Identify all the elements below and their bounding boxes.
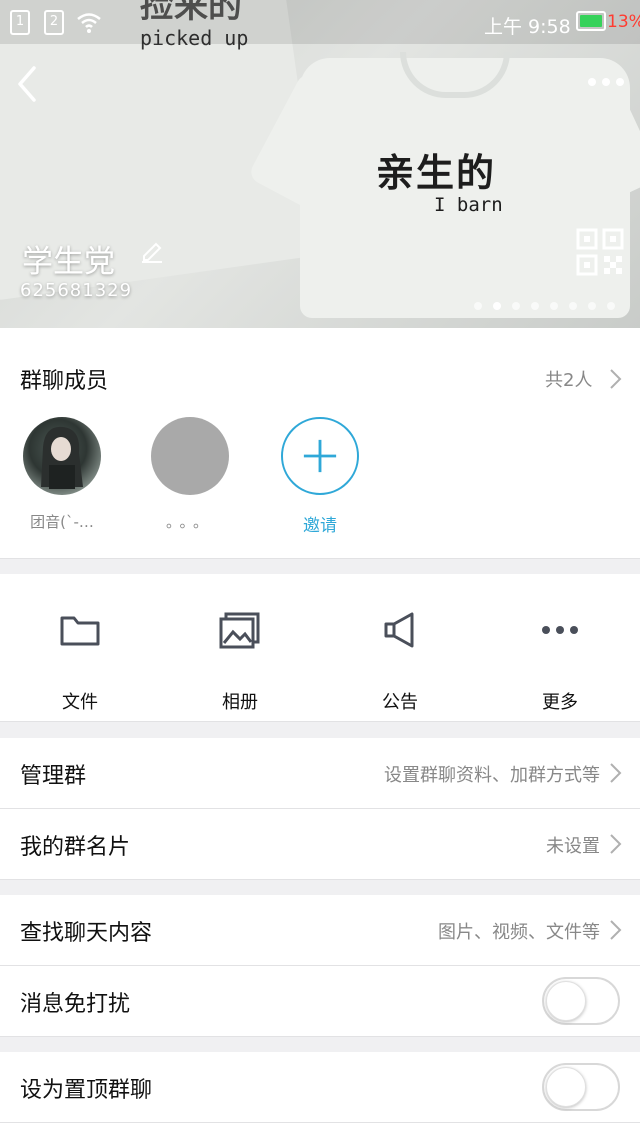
megaphone-icon [384,612,414,648]
chevron-right-icon [610,920,622,940]
chevron-right-icon [610,834,622,854]
carousel-dot [550,302,558,310]
tools-section: 文件 相册 公告 更多 [0,574,640,721]
members-count[interactable]: 共2人 [545,366,592,392]
group-id: 625681329 [20,280,133,301]
chevron-right-icon [610,763,622,783]
members-title[interactable]: 群聊成员 [20,363,108,395]
invite-button[interactable] [281,417,359,495]
sim1-icon: 1 [10,10,30,35]
cover-text-cn: 亲生的 [376,151,497,195]
divider [0,721,640,722]
row-do-not-disturb: 消息免打扰 [0,966,640,1036]
divider [0,558,640,559]
row-search-chat[interactable]: 查找聊天内容 图片、视频、文件等 [0,895,640,965]
tool-label: 公告 [382,692,418,713]
more-icon [542,626,578,634]
pin-chat-toggle[interactable] [542,1063,620,1111]
row-label: 查找聊天内容 [20,921,153,946]
member-name: 团音(`-… [30,513,94,531]
tool-announcement[interactable]: 公告 [350,610,450,713]
tool-more[interactable]: 更多 [510,610,610,713]
group-name[interactable]: 学生党 [22,236,115,281]
status-bar: 1 2 上午 9:58 13% [0,0,640,44]
row-value: 设置群聊资料、加群方式等 [384,765,600,786]
member-avatar[interactable] [151,417,229,495]
edit-icon[interactable] [140,240,164,264]
do-not-disturb-toggle[interactable] [542,977,620,1025]
row-next [0,1123,640,1138]
battery-percent: 13% [607,12,640,32]
tool-label: 文件 [62,692,98,713]
row-value: 未设置 [546,836,600,857]
row-label: 设为置顶群聊 [20,1078,153,1103]
carousel-dot [569,302,577,310]
folder-icon [60,616,100,646]
back-icon[interactable] [14,64,42,104]
battery-icon [576,11,606,31]
invite-label[interactable]: 邀请 [270,511,370,536]
status-time: 上午 9:58 [484,16,571,38]
tool-files[interactable]: 文件 [30,610,130,713]
row-value: 图片、视频、文件等 [438,922,600,943]
carousel-dot [607,302,615,310]
carousel-dot [531,302,539,310]
carousel-indicator [474,302,615,310]
divider [0,879,640,880]
row-my-group-card[interactable]: 我的群名片 未设置 [0,809,640,879]
wifi-icon [77,13,101,33]
members-section: 群聊成员 共2人 团音(`-… 。。。 邀请 [0,328,640,558]
carousel-dot [474,302,482,310]
member-name: 。。。 [165,513,214,531]
carousel-dot [588,302,596,310]
tool-label: 相册 [222,692,258,713]
cover-text-en: I barn [434,194,503,216]
row-label: 管理群 [20,764,87,789]
qr-code-icon[interactable] [576,228,624,276]
tool-label: 更多 [542,692,578,713]
row-label: 消息免打扰 [20,992,131,1017]
tool-album[interactable]: 相册 [190,610,290,713]
member-avatar[interactable] [23,417,101,495]
group-cover-image[interactable]: 捡来的 picked up 亲生的 I barn 1 2 上午 9:58 13%… [0,0,640,328]
divider [0,1036,640,1037]
row-pin-chat: 设为置顶群聊 [0,1052,640,1122]
member-photo [41,426,83,489]
chevron-right-icon[interactable] [608,368,622,390]
row-manage-group[interactable]: 管理群 设置群聊资料、加群方式等 [0,738,640,808]
group-settings-page: 捡来的 picked up 亲生的 I barn 1 2 上午 9:58 13%… [0,0,640,1138]
carousel-dot-active [493,302,501,310]
more-options-icon[interactable] [586,70,626,94]
sim2-icon: 2 [44,10,64,35]
album-icon [219,612,260,649]
carousel-dot [512,302,520,310]
row-label: 我的群名片 [20,835,131,860]
